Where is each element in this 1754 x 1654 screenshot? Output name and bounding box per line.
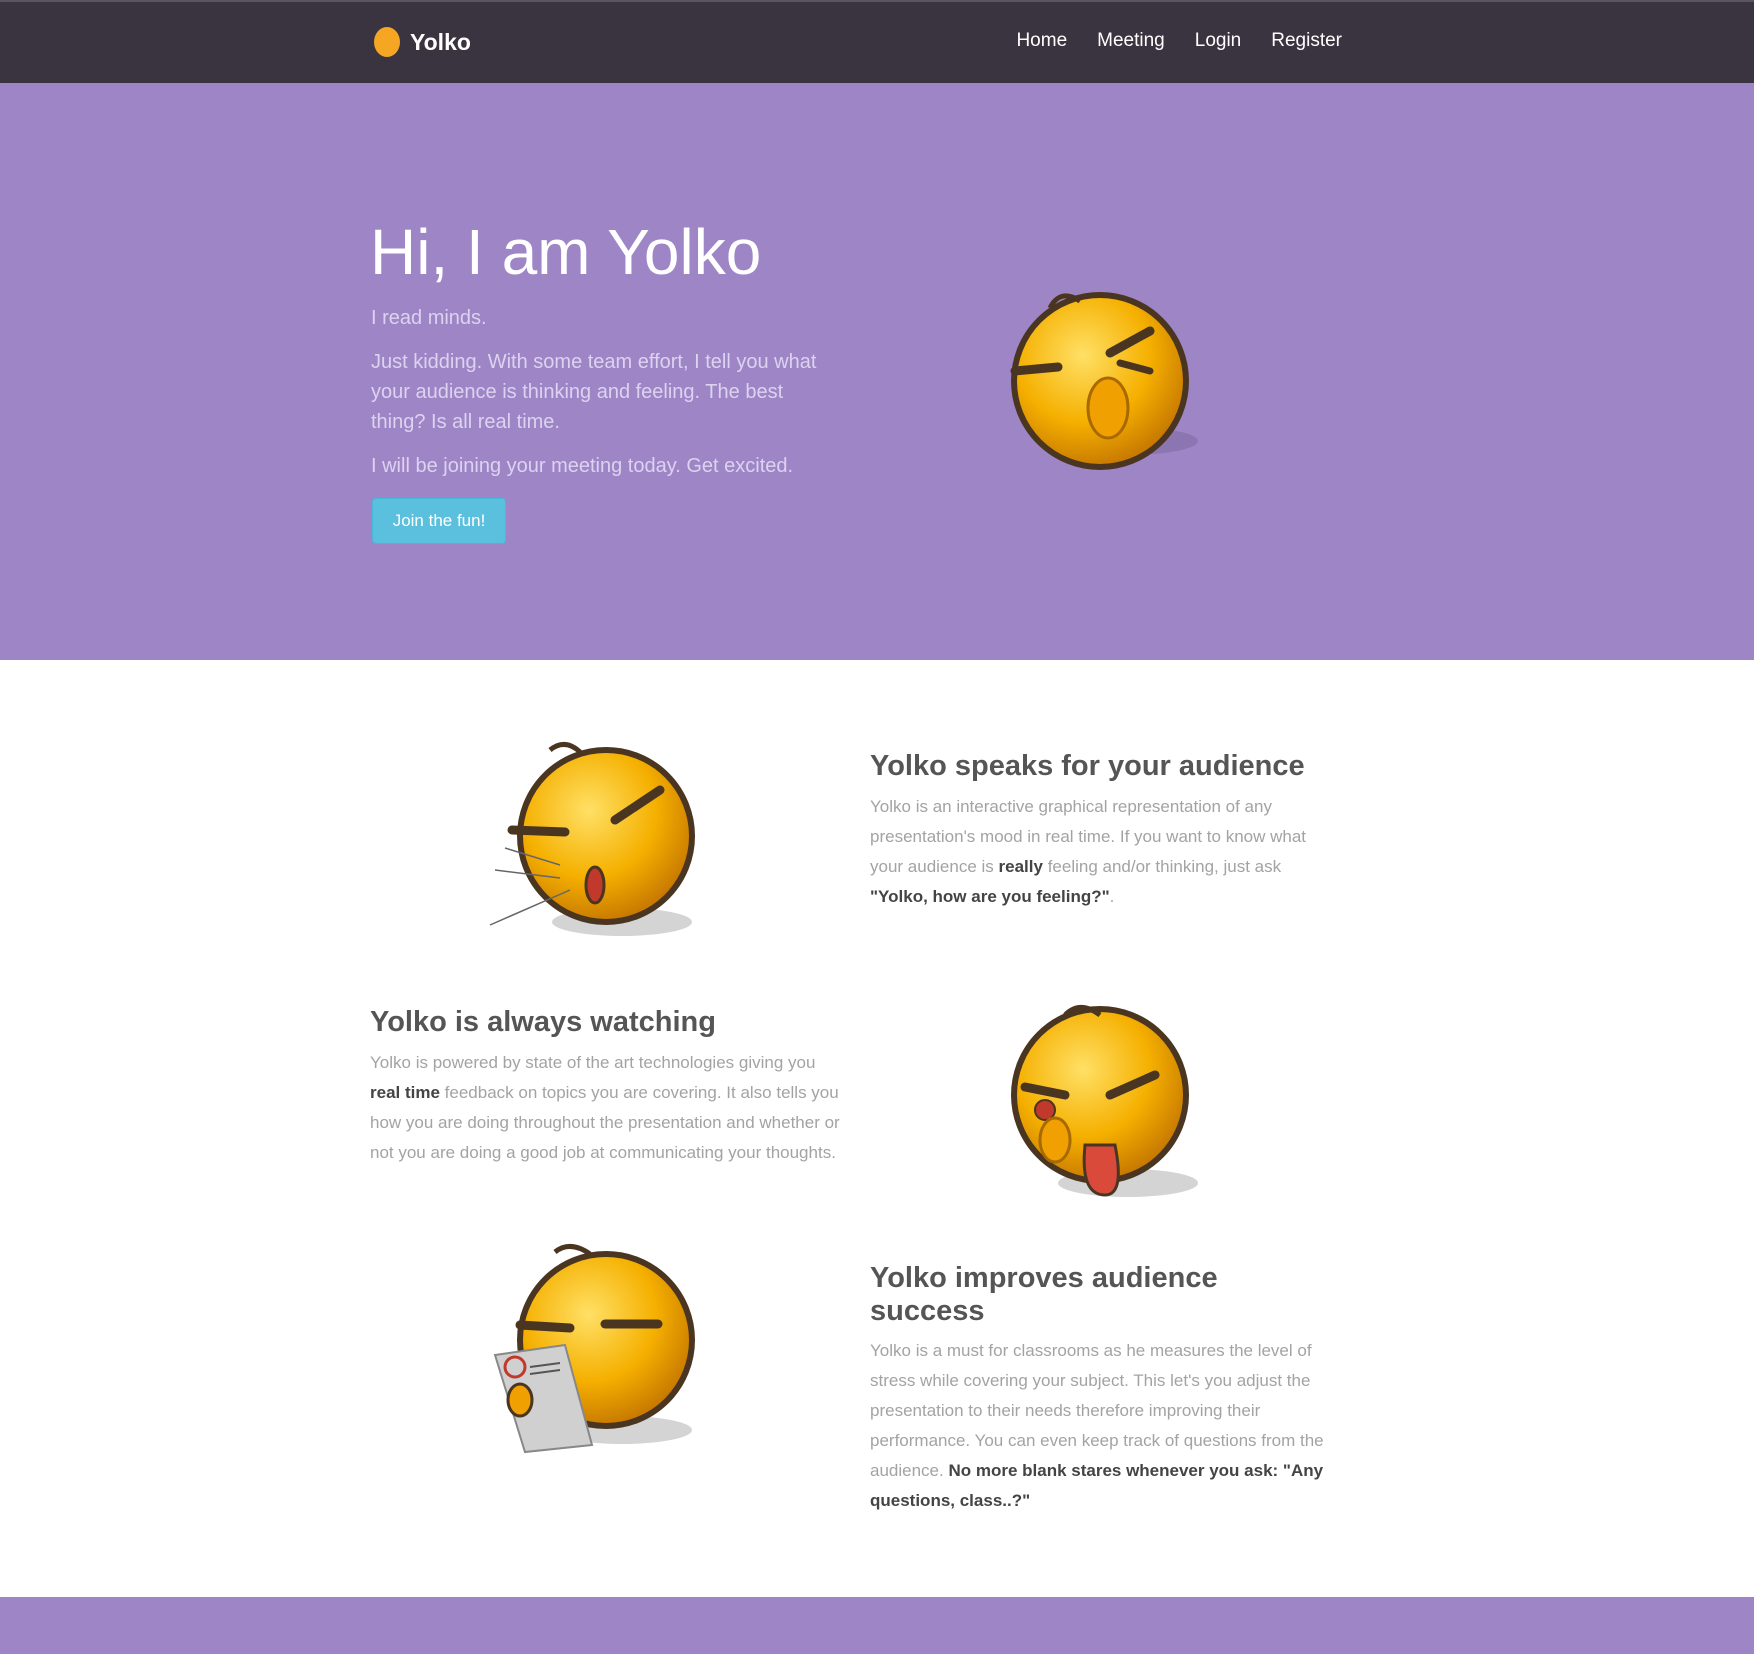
feature-1-text: Yolko is an interactive graphical repres… (870, 797, 1307, 906)
nav-meeting[interactable]: Meeting (1097, 30, 1165, 52)
hero-description: Just kidding. With some team effort, I t… (371, 351, 817, 433)
nav-home[interactable]: Home (1016, 30, 1067, 52)
emoji-face-tongue-out-icon (1011, 1005, 1198, 1197)
feature-1-title: Yolko speaks for your audience (870, 750, 1305, 782)
emoji-face-nose-pick-icon (1010, 292, 1198, 470)
feature-3-title: Yolko improves audience success (870, 1262, 1218, 1327)
nav-menu: Home Meeting Login Register (1016, 30, 1342, 52)
hero-section: Hi, I am Yolko I read minds. Just kiddin… (0, 83, 1754, 660)
hero-tagline: I read minds. (371, 307, 487, 329)
hero-excitement: I will be joining your meeting today. Ge… (371, 455, 794, 477)
feature-2-text: Yolko is powered by state of the art tec… (370, 1053, 840, 1162)
hero-title: Hi, I am Yolko (370, 216, 762, 288)
feature-3-text: Yolko is a must for classrooms as he mea… (870, 1341, 1324, 1510)
navbar: Yolko Home Meeting Login Register (0, 0, 1754, 83)
join-the-fun-button[interactable]: Join the fun! (372, 498, 506, 544)
brand-name: Yolko (410, 28, 471, 55)
emoji-face-sweating-paper-icon (493, 1244, 695, 1454)
emoji-face-blowing-icon (489, 742, 695, 936)
nav-login[interactable]: Login (1195, 30, 1242, 52)
brand-link[interactable]: Yolko (374, 24, 471, 60)
brand-logo-icon (374, 27, 400, 57)
nav-register[interactable]: Register (1271, 30, 1342, 52)
feature-2-title: Yolko is always watching (370, 1006, 716, 1038)
footer-band (0, 1597, 1754, 1654)
